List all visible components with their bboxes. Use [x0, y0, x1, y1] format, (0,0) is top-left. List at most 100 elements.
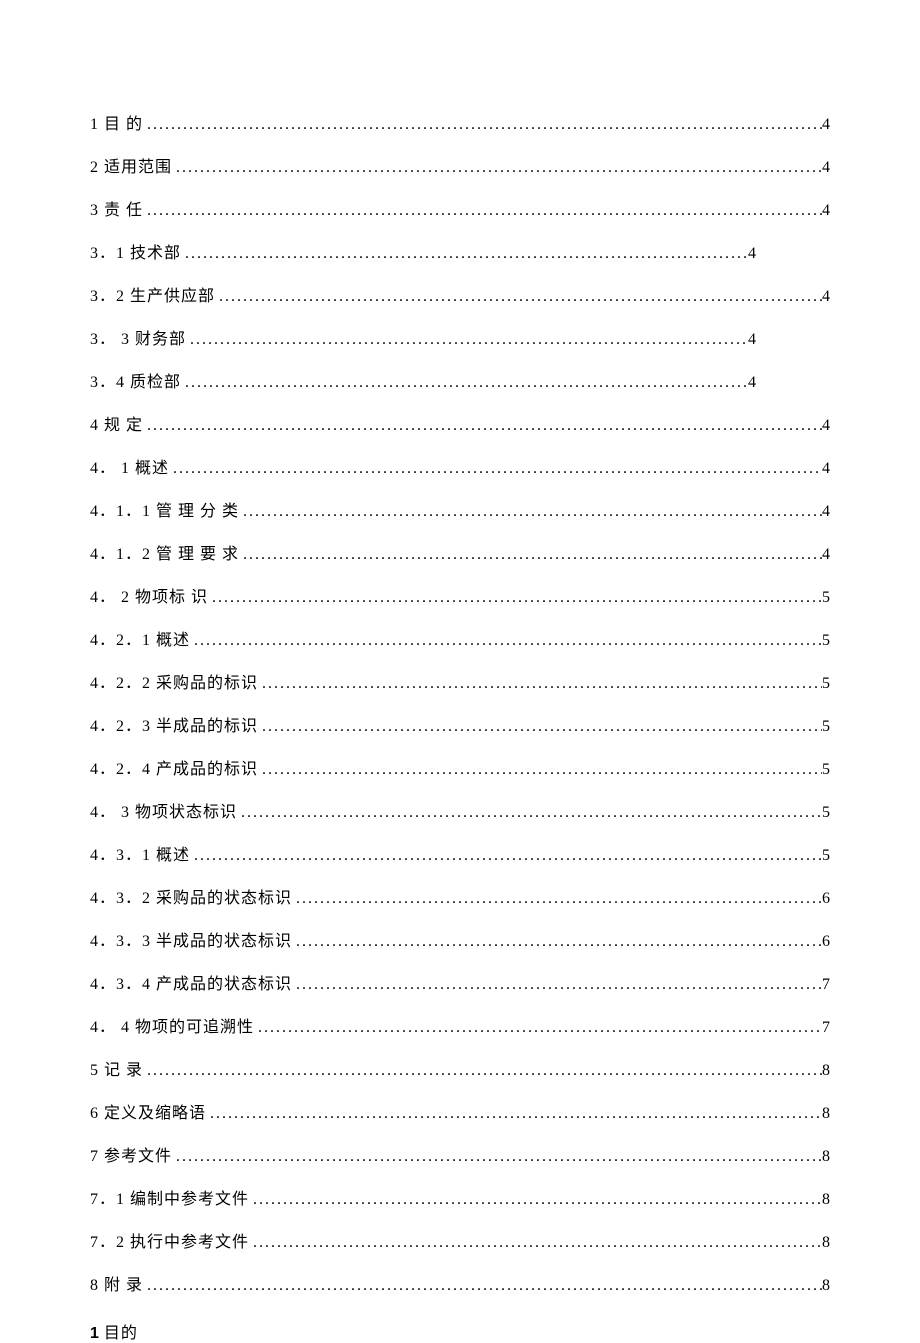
section-number: 1 — [90, 1325, 100, 1342]
toc-leader-dots — [239, 503, 822, 521]
toc-page-number: 4 — [748, 245, 756, 263]
toc-label: 7 参考文件 — [90, 1142, 172, 1166]
toc-entry: 4．1．1 管 理 分 类 4 — [90, 497, 830, 521]
toc-page-number: 4 — [822, 460, 830, 478]
toc-label: 4． 1 概述 — [90, 454, 169, 478]
toc-leader-dots — [206, 1105, 822, 1123]
toc-page-number: 5 — [822, 675, 830, 693]
toc-page-number: 8 — [822, 1234, 830, 1252]
toc-page-number: 8 — [822, 1148, 830, 1166]
toc-page-number: 8 — [822, 1191, 830, 1209]
toc-page-number: 4 — [748, 331, 756, 349]
toc-label: 5 记 录 — [90, 1056, 143, 1080]
toc-label: 4． 2 物项标 识 — [90, 583, 208, 607]
toc-page-number: 4 — [822, 546, 830, 564]
toc-page-number: 4 — [822, 202, 830, 220]
toc-entry: 5 记 录 8 — [90, 1056, 830, 1080]
toc-entry: 4． 3 物项状态标识5 — [90, 798, 830, 822]
toc-leader-dots — [172, 1148, 822, 1166]
toc-label: 4．2．1 概述 — [90, 626, 190, 650]
toc-entry: 4．2．4 产成品的标识 5 — [90, 755, 830, 779]
toc-label: 8 附 录 — [90, 1271, 143, 1295]
toc-leader-dots — [143, 116, 822, 134]
toc-leader-dots — [215, 288, 822, 306]
toc-entry: 4． 2 物项标 识 5 — [90, 583, 830, 607]
toc-leader-dots — [292, 933, 822, 951]
toc-entry: 4．3．4 产成品的状态标识7 — [90, 970, 830, 994]
toc-leader-dots — [249, 1191, 822, 1209]
section-title: 目的 — [104, 1325, 138, 1342]
toc-entry: 8 附 录 8 — [90, 1271, 830, 1295]
toc-label: 3．4 质检部 — [90, 368, 181, 392]
toc-entry: 7 参考文件 8 — [90, 1142, 830, 1166]
toc-label: 4．2．2 采购品的标识 — [90, 669, 258, 693]
toc-entry: 4．2．1 概述 5 — [90, 626, 830, 650]
toc-leader-dots — [143, 1062, 822, 1080]
toc-entry: 4． 4 物项的可追溯性7 — [90, 1013, 830, 1037]
toc-entry: 4．3．3 半成品的状态标识 6 — [90, 927, 830, 951]
toc-label: 4．3．1 概述 — [90, 841, 190, 865]
toc-leader-dots — [237, 804, 822, 822]
toc-entry: 6 定义及缩略语 8 — [90, 1099, 830, 1123]
toc-entry: 4．3．1 概述 5 — [90, 841, 830, 865]
toc-page-number: 4 — [822, 116, 830, 134]
toc-entry: 4．1．2 管 理 要 求4 — [90, 540, 830, 564]
toc-page-number: 5 — [822, 632, 830, 650]
toc-label: 3．1 技术部 — [90, 239, 181, 263]
table-of-contents: 1 目 的42 适用范围43 责 任43．1 技术部43．2 生产供应部43． … — [90, 110, 830, 1295]
toc-leader-dots — [186, 331, 748, 349]
toc-leader-dots — [172, 159, 822, 177]
toc-label: 4．3．2 采购品的状态标识 — [90, 884, 292, 908]
toc-page-number: 6 — [822, 890, 830, 908]
toc-page-number: 5 — [822, 804, 830, 822]
toc-page-number: 6 — [822, 933, 830, 951]
toc-label: 4．2．3 半成品的标识 — [90, 712, 258, 736]
toc-leader-dots — [181, 245, 748, 263]
toc-label: 4．1．1 管 理 分 类 — [90, 497, 239, 521]
toc-entry: 7．2 执行中参考文件8 — [90, 1228, 830, 1252]
toc-leader-dots — [292, 976, 822, 994]
toc-page-number: 8 — [822, 1062, 830, 1080]
toc-page-number: 7 — [822, 1019, 830, 1037]
toc-leader-dots — [249, 1234, 822, 1252]
toc-page-number: 5 — [822, 718, 830, 736]
toc-leader-dots — [208, 589, 822, 607]
toc-label: 3 责 任 — [90, 196, 143, 220]
toc-label: 4．3．3 半成品的状态标识 — [90, 927, 292, 951]
toc-leader-dots — [258, 718, 822, 736]
toc-page-number: 5 — [822, 847, 830, 865]
toc-leader-dots — [239, 546, 822, 564]
toc-entry: 4．2．2 采购品的标识 5 — [90, 669, 830, 693]
toc-entry: 4．3．2 采购品的状态标识 6 — [90, 884, 830, 908]
toc-label: 6 定义及缩略语 — [90, 1099, 206, 1123]
toc-leader-dots — [190, 847, 822, 865]
toc-entry: 4．2．3 半成品的标识 5 — [90, 712, 830, 736]
toc-leader-dots — [143, 1277, 822, 1295]
toc-leader-dots — [143, 202, 822, 220]
toc-page-number: 5 — [822, 589, 830, 607]
toc-leader-dots — [169, 460, 822, 478]
toc-page-number: 8 — [822, 1277, 830, 1295]
toc-label: 4．2．4 产成品的标识 — [90, 755, 258, 779]
toc-leader-dots — [258, 761, 822, 779]
toc-page-number: 8 — [822, 1105, 830, 1123]
toc-entry: 2 适用范围4 — [90, 153, 830, 177]
toc-leader-dots — [292, 890, 822, 908]
toc-label: 4．3．4 产成品的状态标识 — [90, 970, 292, 994]
toc-page-number: 4 — [748, 374, 756, 392]
toc-page-number: 4 — [822, 417, 830, 435]
toc-entry: 3．1 技术部 4 — [90, 239, 756, 263]
toc-leader-dots — [143, 417, 822, 435]
toc-label: 4 规 定 — [90, 411, 143, 435]
toc-entry: 3 责 任 4 — [90, 196, 830, 220]
toc-label: 3． 3 财务部 — [90, 325, 186, 349]
toc-page-number: 5 — [822, 761, 830, 779]
toc-leader-dots — [258, 675, 822, 693]
toc-leader-dots — [190, 632, 822, 650]
toc-page-number: 4 — [822, 503, 830, 521]
toc-leader-dots — [181, 374, 748, 392]
toc-page-number: 4 — [822, 159, 830, 177]
toc-leader-dots — [254, 1019, 822, 1037]
toc-entry: 4． 1 概述 4 — [90, 454, 830, 478]
toc-entry: 1 目 的4 — [90, 110, 830, 134]
